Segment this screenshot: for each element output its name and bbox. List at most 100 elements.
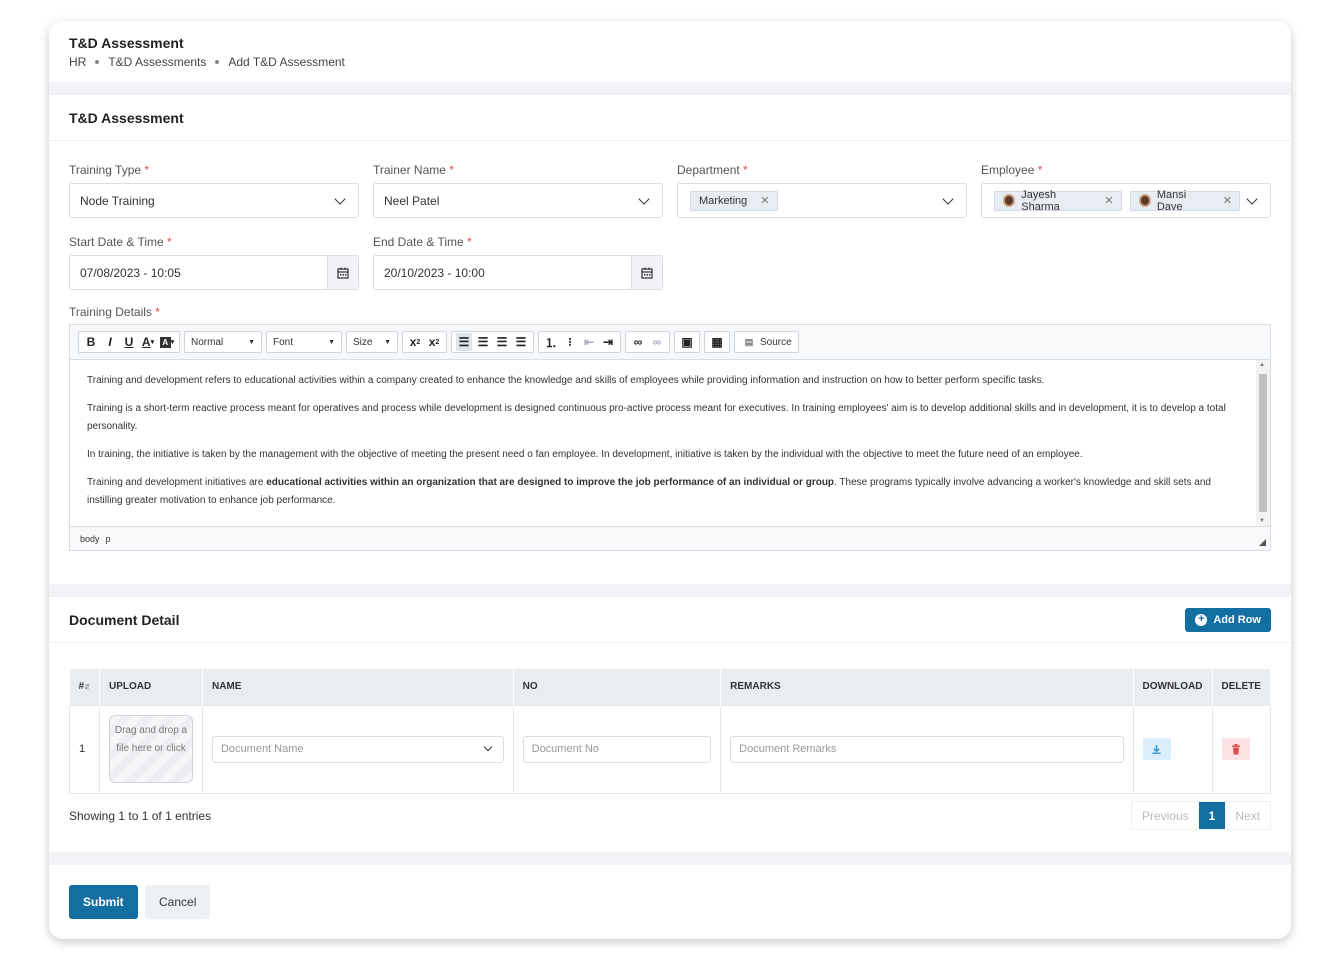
avatar [1138, 194, 1151, 207]
app-shell: T&D Assessment HR T&D Assessments Add T&… [49, 21, 1291, 939]
employee-select[interactable]: Jayesh Sharma ✕ Mansi Dave ✕ [981, 183, 1271, 218]
link-icon[interactable]: ∞ [630, 333, 646, 351]
chevron-down-icon: ▼ [328, 338, 335, 346]
resize-handle-icon[interactable] [1259, 539, 1266, 546]
editor-path-bar: body p [70, 526, 1270, 550]
chevron-down-icon [483, 742, 492, 752]
chevron-down-icon [942, 192, 954, 205]
end-date-label: End Date & Time * [373, 235, 472, 249]
column-name: NAME [202, 669, 514, 705]
column-delete: DELETE [1212, 669, 1272, 705]
table-icon[interactable]: ▦ [709, 333, 725, 351]
chevron-down-icon [334, 192, 346, 205]
align-left-icon[interactable]: ☰ [456, 333, 472, 351]
size-combo-label: Size [353, 336, 373, 348]
text-color-icon[interactable]: A ▾ [140, 333, 156, 351]
department-tag-label: Marketing [699, 194, 748, 207]
column-upload: UPLOAD [99, 669, 203, 705]
document-no-input[interactable]: Document No [522, 735, 712, 763]
end-date-input[interactable]: 20/10/2023 - 10:00 [373, 255, 663, 290]
superscript-icon[interactable]: x2 [426, 333, 442, 351]
download-button[interactable] [1142, 738, 1171, 760]
close-icon[interactable]: ✕ [1101, 194, 1116, 207]
editor-content[interactable]: Training and development refers to educa… [70, 360, 1256, 526]
image-group: ▣ [674, 331, 700, 353]
assessment-card-header: T&D Assessment [49, 95, 1291, 141]
employee-label: Employee * [981, 163, 1043, 177]
start-date-input[interactable]: 07/08/2023 - 10:05 [69, 255, 359, 290]
delete-button[interactable] [1221, 738, 1250, 760]
trainer-name-select[interactable]: Neel Patel [373, 183, 663, 218]
document-table: #⇵ UPLOAD NAME NO REMARKS DOWNLOAD DELET… [69, 669, 1272, 794]
breadcrumb: HR T&D Assessments Add T&D Assessment [69, 55, 1271, 69]
scrollbar-thumb[interactable] [1259, 374, 1267, 512]
document-name-select[interactable]: Document Name [211, 735, 504, 763]
image-icon[interactable]: ▣ [679, 333, 695, 351]
employee-tag: Mansi Dave ✕ [1129, 189, 1240, 213]
download-cell [1132, 704, 1213, 794]
text-style-group: B I U A ▾ A ▾ [78, 331, 180, 353]
subscript-icon[interactable]: x2 [407, 333, 423, 351]
format-combo-label: Normal [191, 336, 224, 348]
pager-page-1[interactable]: 1 [1198, 802, 1226, 829]
breadcrumb-hr[interactable]: HR [69, 55, 86, 69]
chevron-down-icon: ▼ [384, 338, 391, 346]
column-download: DOWNLOAD [1133, 669, 1213, 705]
align-center-icon[interactable]: ☰ [475, 333, 491, 351]
paragraph: Training is a short-term reactive proces… [87, 403, 1226, 432]
italic-icon[interactable]: I [102, 333, 118, 351]
scroll-down-icon[interactable]: ▼ [1259, 518, 1265, 524]
pager-previous[interactable]: Previous [1132, 802, 1199, 829]
numbered-list-icon[interactable]: ⒈ [543, 333, 559, 351]
close-icon[interactable]: ✕ [1220, 194, 1235, 207]
font-combo[interactable]: Font ▼ [266, 331, 342, 353]
breadcrumb-current: Add T&D Assessment [228, 55, 345, 69]
background-color-icon[interactable]: A ▾ [159, 333, 175, 351]
end-date-value: 20/10/2023 - 10:00 [384, 265, 485, 280]
remarks-cell: Document Remarks [720, 704, 1134, 794]
path-p[interactable]: p [106, 534, 111, 544]
submit-button[interactable]: Submit [69, 885, 138, 919]
calendar-icon[interactable] [327, 256, 358, 289]
employee-tag: Jayesh Sharma ✕ [994, 189, 1122, 213]
training-type-select[interactable]: Node Training [69, 183, 359, 218]
cancel-button[interactable]: Cancel [145, 885, 211, 919]
pager-next[interactable]: Next [1225, 802, 1270, 829]
trainer-name-label: Trainer Name * [373, 163, 454, 177]
bullet-list-icon[interactable]: ⁝ [562, 333, 578, 351]
format-combo[interactable]: Normal ▼ [184, 331, 262, 353]
source-button[interactable]: ▤ Source [734, 331, 799, 353]
path-body[interactable]: body [80, 534, 100, 544]
pagination: Previous 1 Next [1130, 801, 1271, 830]
department-tag: Marketing ✕ [690, 190, 778, 211]
bold-icon[interactable]: B [83, 333, 99, 351]
chevron-down-icon [1246, 192, 1258, 205]
rich-text-editor: B I U A ▾ A ▾ Normal ▼ Font ▼ Size ▼ x2 x2 ☰ … [69, 324, 1271, 551]
department-select[interactable]: Marketing ✕ [677, 183, 967, 218]
file-dropzone[interactable]: Drag and drop a file here or click [108, 715, 193, 783]
font-combo-label: Font [273, 336, 294, 348]
add-row-label: Add Row [1213, 613, 1261, 626]
upload-cell: Drag and drop a file here or click [98, 704, 203, 794]
editor-scrollbar[interactable]: ▲ ▼ [1256, 360, 1270, 526]
calendar-icon[interactable] [631, 256, 662, 289]
document-remarks-input[interactable]: Document Remarks [730, 735, 1124, 763]
unlink-icon[interactable]: ∞ [649, 333, 665, 351]
column-remarks: REMARKS [720, 669, 1134, 705]
breadcrumb-separator [215, 60, 220, 64]
link-group: ∞ ∞ [625, 331, 670, 353]
align-right-icon[interactable]: ☰ [494, 333, 510, 351]
indent-icon[interactable]: ⇥ [600, 333, 616, 351]
page-title: T&D Assessment [69, 35, 184, 51]
document-card-title: Document Detail [69, 611, 180, 628]
column-num[interactable]: #⇵ [69, 669, 100, 705]
add-row-button[interactable]: + Add Row [1185, 607, 1271, 632]
close-icon[interactable]: ✕ [757, 194, 772, 207]
size-combo[interactable]: Size ▼ [346, 331, 398, 353]
breadcrumb-assessments[interactable]: T&D Assessments [108, 55, 206, 69]
scroll-up-icon[interactable]: ▲ [1259, 362, 1265, 368]
align-justify-icon[interactable]: ☰ [513, 333, 529, 351]
outdent-icon[interactable]: ⇤ [581, 333, 597, 351]
underline-icon[interactable]: U [121, 333, 137, 351]
trash-icon [1231, 743, 1240, 754]
